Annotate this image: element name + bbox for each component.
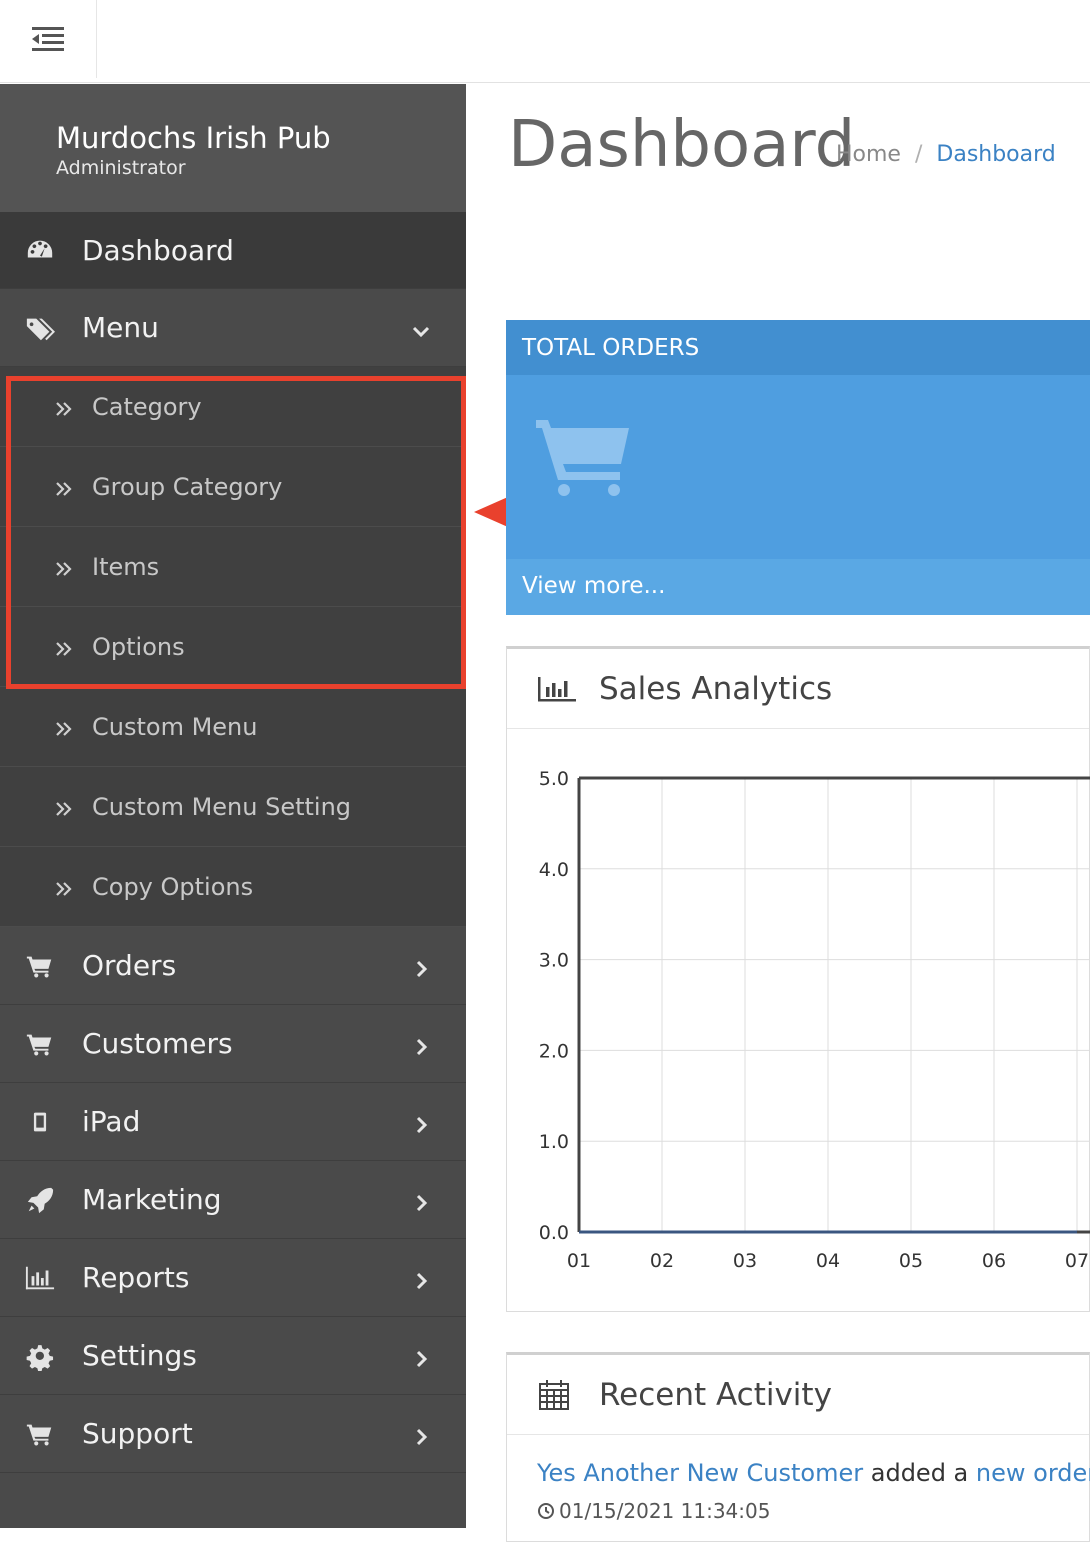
brand-name: Murdochs Irish Pub: [56, 121, 331, 155]
submenu-item-group-category[interactable]: Group Category: [0, 447, 466, 527]
double-chevron-right-icon: [54, 877, 74, 897]
submenu-item-label: Options: [92, 632, 185, 661]
bar-chart-icon: [24, 1262, 56, 1294]
sidebar-toggle-button[interactable]: [0, 0, 97, 78]
activity-timestamp: 01/15/2021 11:34:05: [537, 1499, 770, 1523]
double-chevron-right-icon: [54, 637, 74, 657]
double-chevron-right-icon: [54, 717, 74, 737]
sidebar-item-orders[interactable]: Orders: [0, 927, 466, 1005]
y-tick-label: 1.0: [539, 1131, 569, 1153]
brand-role: Administrator: [56, 157, 186, 179]
x-tick-label: 03: [733, 1250, 757, 1272]
cart-icon: [24, 1418, 56, 1450]
shopping-cart-icon: [536, 420, 629, 496]
sidebar-item-marketing[interactable]: Marketing: [0, 1161, 466, 1239]
sidebar-item-settings[interactable]: Settings: [0, 1317, 466, 1395]
dashboard-icon: [24, 234, 56, 266]
submenu-item-label: Custom Menu Setting: [92, 792, 352, 821]
brand-block: Murdochs Irish Pub Administrator: [0, 84, 466, 212]
submenu-item-custom-menu[interactable]: Custom Menu: [0, 687, 466, 767]
y-tick-label: 0.0: [539, 1222, 569, 1244]
x-tick-label: 01: [567, 1250, 591, 1272]
chevron-right-icon: [410, 1188, 434, 1212]
chevron-down-icon: [410, 316, 434, 340]
double-chevron-right-icon: [54, 797, 74, 817]
sidebar-item-label: Support: [82, 1417, 193, 1450]
submenu-item-options[interactable]: Options: [0, 607, 466, 687]
chevron-right-icon: [410, 1344, 434, 1368]
sidebar-item-label: Menu: [82, 311, 159, 344]
recent-activity-title: Recent Activity: [599, 1376, 832, 1413]
breadcrumb: Home / Dashboard: [836, 142, 1056, 167]
clock-icon: [538, 1503, 554, 1519]
double-chevron-right-icon: [54, 477, 74, 497]
y-tick-label: 5.0: [539, 768, 569, 790]
double-chevron-right-icon: [54, 397, 74, 417]
submenu-item-label: Copy Options: [92, 872, 254, 901]
sidebar-item-ipad[interactable]: iPad: [0, 1083, 466, 1161]
activity-entry: Yes Another New Customer added a new ord…: [537, 1459, 1090, 1487]
sidebar-item-label: Marketing: [82, 1183, 222, 1216]
x-tick-label: 02: [650, 1250, 674, 1272]
sidebar-item-label: iPad: [82, 1105, 141, 1138]
sidebar: Murdochs Irish Pub Administrator Dashboa…: [0, 84, 466, 1528]
y-tick-label: 2.0: [539, 1040, 569, 1062]
sales-chart: 0.0 1.0 2.0 3.0 4.0 5.0 01 02 03 04 05 06 07: [539, 768, 1090, 1272]
sidebar-item-menu[interactable]: Menu: [0, 289, 466, 367]
view-more-link[interactable]: View more...: [506, 559, 1090, 615]
double-chevron-right-icon: [54, 557, 74, 577]
breadcrumb-home-link[interactable]: Home: [836, 142, 901, 167]
recent-activity-panel: Recent Activity Yes Another New Customer…: [506, 1352, 1090, 1542]
menu-submenu: Category Group Category Items Options Cu…: [0, 367, 466, 927]
y-tick-label: 4.0: [539, 859, 569, 881]
order-link[interactable]: new order: [976, 1459, 1090, 1487]
submenu-item-label: Items: [92, 552, 160, 581]
submenu-item-items[interactable]: Items: [0, 527, 466, 607]
customer-link[interactable]: Yes Another New Customer: [537, 1459, 863, 1487]
chevron-right-icon: [410, 1422, 434, 1446]
activity-timestamp-text: 01/15/2021 11:34:05: [559, 1499, 771, 1523]
submenu-item-copy-options[interactable]: Copy Options: [0, 847, 466, 927]
submenu-item-label: Group Category: [92, 472, 283, 501]
chevron-right-icon: [410, 1032, 434, 1056]
x-tick-label: 06: [982, 1250, 1006, 1272]
gear-icon: [24, 1340, 56, 1372]
submenu-item-category[interactable]: Category: [0, 367, 466, 447]
x-tick-label: 05: [899, 1250, 923, 1272]
chevron-right-icon: [410, 1266, 434, 1290]
sidebar-collapse-icon: [32, 27, 64, 51]
breadcrumb-separator: /: [914, 142, 923, 167]
rocket-icon: [24, 1184, 56, 1216]
x-tick-label: 04: [816, 1250, 840, 1272]
chevron-right-icon: [410, 1110, 434, 1134]
tags-icon: [24, 312, 56, 344]
sidebar-item-label: Settings: [82, 1339, 197, 1372]
sidebar-item-customers[interactable]: Customers: [0, 1005, 466, 1083]
submenu-item-label: Category: [92, 392, 202, 421]
submenu-item-label: Custom Menu: [92, 712, 258, 741]
sidebar-item-label: Customers: [82, 1027, 233, 1060]
submenu-item-custom-menu-setting[interactable]: Custom Menu Setting: [0, 767, 466, 847]
activity-action-text: added a: [863, 1459, 976, 1487]
cart-icon: [24, 950, 56, 982]
chevron-right-icon: [410, 954, 434, 978]
sidebar-item-label: Reports: [82, 1261, 190, 1294]
total-orders-title: TOTAL ORDERS: [506, 320, 1090, 375]
y-tick-label: 3.0: [539, 950, 569, 972]
tablet-icon: [24, 1106, 56, 1138]
sidebar-item-reports[interactable]: Reports: [0, 1239, 466, 1317]
recent-activity-header: Recent Activity: [507, 1355, 1089, 1435]
sidebar-item-support[interactable]: Support: [0, 1395, 466, 1473]
cart-icon: [24, 1028, 56, 1060]
sidebar-item-label: Dashboard: [82, 233, 234, 267]
top-bar: [0, 0, 1090, 83]
page-title: Dashboard: [508, 108, 856, 182]
x-tick-label: 07: [1065, 1250, 1089, 1272]
sidebar-item-label: Orders: [82, 949, 177, 982]
sales-analytics-panel: Sales Analytics 0.0 1.0 2.0 3.0 4.0 5.0 01 02 03…: [506, 646, 1090, 1312]
sidebar-item-dashboard[interactable]: Dashboard: [0, 212, 466, 289]
breadcrumb-current[interactable]: Dashboard: [936, 142, 1055, 167]
calendar-icon: [539, 1379, 569, 1410]
